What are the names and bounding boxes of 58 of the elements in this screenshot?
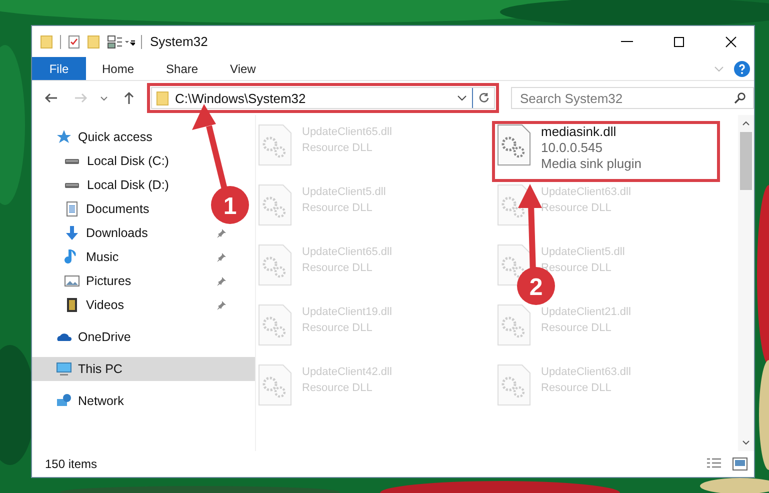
refresh-icon — [478, 92, 490, 104]
new-folder-icon[interactable] — [87, 34, 101, 48]
sidebar-item[interactable]: Music — [32, 245, 255, 269]
customize-toolbar-icon[interactable] — [107, 34, 135, 48]
ribbon-tab[interactable]: File — [32, 57, 86, 80]
ribbon-tab[interactable]: Share — [150, 57, 214, 80]
close-icon — [725, 36, 737, 48]
scroll-down-icon[interactable] — [742, 440, 750, 445]
ribbon-tab[interactable]: Home — [86, 57, 150, 80]
scrollbar[interactable] — [738, 115, 754, 451]
address-path: C:\Windows\System32 — [175, 90, 306, 106]
properties-icon[interactable] — [67, 34, 81, 48]
search-field[interactable]: Search System32 — [511, 87, 754, 109]
sidebar-item[interactable]: Videos — [32, 293, 255, 317]
ribbon-tab[interactable]: View — [214, 57, 272, 80]
pin-icon[interactable] — [217, 252, 227, 262]
sidebar-item[interactable]: Downloads — [32, 221, 255, 245]
recent-dropdown-icon[interactable] — [100, 96, 108, 100]
folder-icon — [156, 90, 169, 106]
file-detail: Media sink plugin — [541, 156, 642, 172]
chevron-down-icon[interactable] — [457, 95, 467, 101]
help-icon[interactable] — [734, 60, 750, 76]
pin-icon[interactable] — [217, 228, 227, 238]
pin-icon[interactable] — [217, 276, 227, 286]
sidebar-item[interactable]: Documents — [32, 197, 156, 221]
callout-badge: 1 — [211, 186, 249, 224]
maximize-icon — [673, 36, 685, 48]
large-icons-view-icon[interactable] — [732, 457, 748, 471]
sidebar-item[interactable]: This PC — [32, 357, 255, 381]
file-detail: 10.0.0.545 — [541, 140, 604, 156]
star-icon — [56, 129, 72, 145]
sidebar-item[interactable]: Local Disk (D:) — [32, 173, 175, 197]
search-icon — [734, 92, 746, 104]
file-gears-icon[interactable] — [497, 124, 531, 166]
item-count: 150 items — [45, 457, 98, 471]
network-icon — [56, 393, 72, 409]
file-name: mediasink.dll — [541, 124, 618, 140]
sidebar-item[interactable]: Network — [32, 389, 130, 413]
back-arrow-icon[interactable] — [44, 91, 58, 105]
drive-icon — [65, 158, 79, 164]
scrollbar-thumb[interactable] — [740, 132, 752, 190]
sidebar-item[interactable]: Quick access — [32, 125, 158, 149]
sidebar-item[interactable]: OneDrive — [32, 325, 137, 349]
film-icon — [64, 297, 80, 313]
folder-icon[interactable] — [40, 34, 54, 48]
window-title: System32 — [150, 34, 208, 49]
download-icon — [64, 225, 80, 241]
scroll-up-icon[interactable] — [742, 121, 750, 126]
document-icon — [64, 201, 80, 217]
up-arrow-icon[interactable] — [122, 91, 136, 105]
pin-icon[interactable] — [217, 300, 227, 310]
minimize-icon — [621, 41, 633, 42]
pictures-icon — [64, 273, 80, 289]
address-field[interactable]: C:\Windows\System32 — [151, 87, 495, 109]
sidebar-item[interactable]: Local Disk (C:) — [32, 149, 175, 173]
computer-icon — [56, 361, 72, 377]
sidebar-item[interactable]: Pictures — [32, 269, 255, 293]
drive-icon — [65, 182, 79, 188]
